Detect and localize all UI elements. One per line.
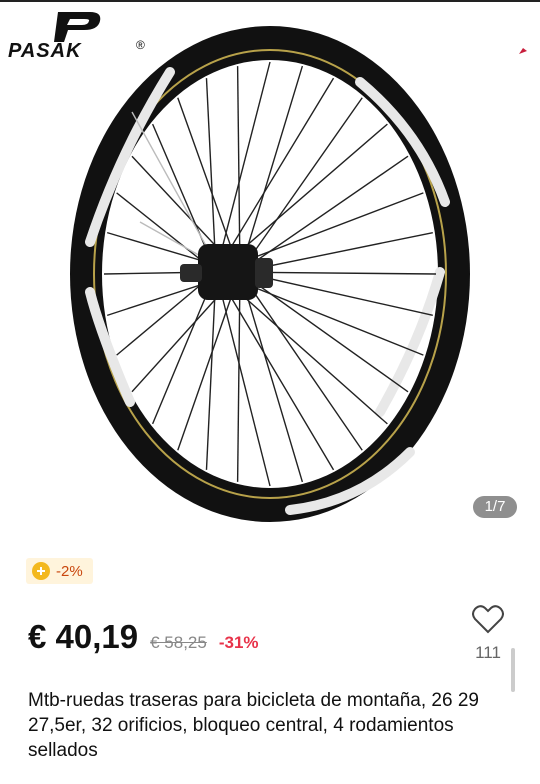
product-image-gallery[interactable]: PASAK ® 1/7 xyxy=(0,2,540,540)
wishlist-count: 111 xyxy=(475,643,501,662)
coin-discount-badge[interactable]: -2% xyxy=(26,558,93,584)
image-counter: 1/7 xyxy=(473,496,517,518)
discount-percent: -31% xyxy=(218,633,259,652)
corner-mark-icon xyxy=(519,48,527,54)
original-price: € 58,25 xyxy=(150,633,207,652)
scrollbar[interactable] xyxy=(511,648,515,692)
wishlist-button[interactable]: 111 xyxy=(468,604,508,663)
price-row: € 40,19 € 58,25 -31% xyxy=(28,618,259,662)
coin-discount-text: -2% xyxy=(56,562,83,580)
current-price: € 40,19 xyxy=(28,618,139,655)
product-title: Mtb-ruedas traseras para bicicleta de mo… xyxy=(28,690,479,761)
heart-icon xyxy=(472,605,504,634)
wheel-image xyxy=(70,26,470,522)
coin-icon xyxy=(32,562,50,580)
